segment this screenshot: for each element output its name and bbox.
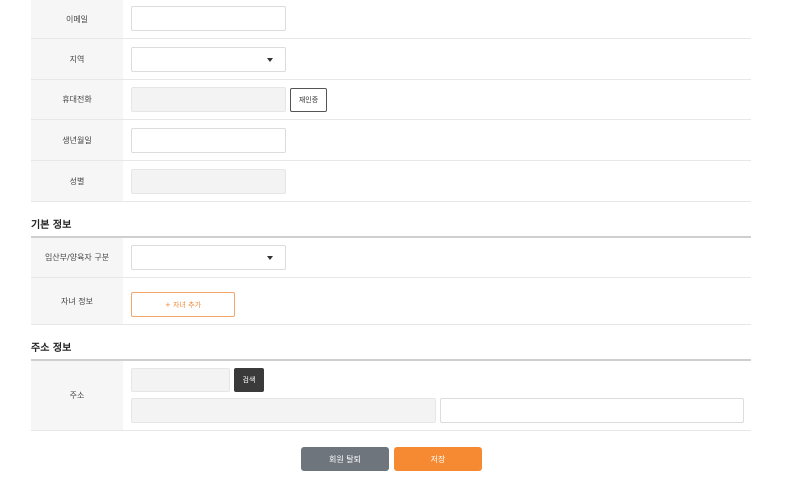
caret-down-icon bbox=[267, 256, 273, 260]
pregnancy-row: 임산부/양육자 구분 bbox=[31, 238, 751, 278]
add-child-button[interactable]: + 자녀 추가 bbox=[131, 292, 235, 317]
children-label: 자녀 정보 bbox=[31, 278, 123, 324]
email-row: 이메일 bbox=[31, 0, 751, 39]
phone-field bbox=[131, 87, 286, 112]
address-label: 주소 bbox=[31, 361, 123, 430]
region-select[interactable] bbox=[131, 47, 286, 72]
gender-row: 성별 bbox=[31, 161, 751, 202]
address-main-field bbox=[131, 398, 436, 423]
address-info-title: 주소 정보 bbox=[31, 343, 72, 354]
children-row: 자녀 정보 + 자녀 추가 bbox=[31, 278, 751, 325]
email-field[interactable] bbox=[131, 6, 286, 31]
address-row: 주소 검색 bbox=[31, 361, 751, 431]
reauth-button[interactable]: 재인증 bbox=[290, 88, 327, 112]
birth-label: 생년월일 bbox=[31, 120, 123, 160]
pregnancy-label: 임산부/양육자 구분 bbox=[31, 238, 123, 277]
phone-label: 휴대전화 bbox=[31, 80, 123, 119]
birth-row: 생년월일 bbox=[31, 120, 751, 161]
gender-label: 성별 bbox=[31, 161, 123, 201]
pregnancy-select[interactable] bbox=[131, 245, 286, 270]
region-label: 지역 bbox=[31, 39, 123, 79]
email-label: 이메일 bbox=[31, 0, 123, 38]
address-search-button[interactable]: 검색 bbox=[234, 368, 264, 392]
phone-row: 휴대전화 재인증 bbox=[31, 80, 751, 120]
gender-field bbox=[131, 169, 286, 194]
birth-field[interactable] bbox=[131, 128, 286, 153]
withdraw-button[interactable]: 회원 탈퇴 bbox=[301, 447, 389, 471]
zipcode-field bbox=[131, 368, 230, 392]
caret-down-icon bbox=[267, 58, 273, 62]
save-button[interactable]: 저장 bbox=[394, 447, 482, 471]
basic-info-title: 기본 정보 bbox=[31, 220, 72, 231]
address-detail-field[interactable] bbox=[440, 398, 744, 423]
region-row: 지역 bbox=[31, 39, 751, 80]
